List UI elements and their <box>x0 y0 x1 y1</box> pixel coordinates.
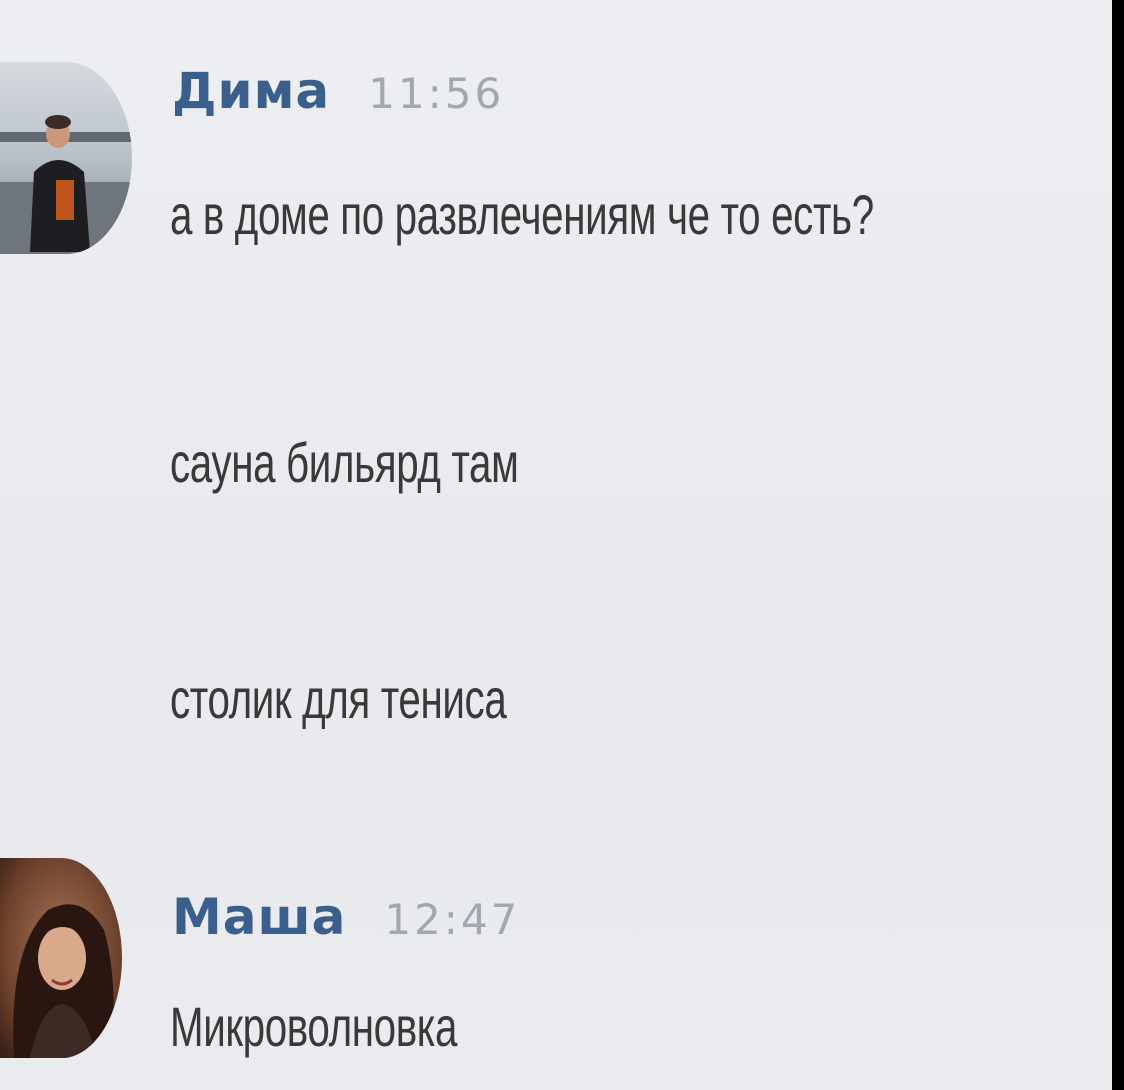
message-text: а в доме по развлечениям че то есть? <box>170 183 874 246</box>
message-text: сауна бильярд там <box>170 431 519 494</box>
chat-history: Дима 11:56 а в доме по развлечениям че т… <box>0 0 1112 1090</box>
author-name[interactable]: Маша <box>172 888 346 946</box>
avatar[interactable] <box>0 62 132 254</box>
message-text: Микроволновка <box>170 995 458 1058</box>
author-name[interactable]: Дима <box>172 62 330 120</box>
message-header: Маша 12:47 <box>172 888 520 946</box>
message-header: Дима 11:56 <box>172 62 504 120</box>
avatar-photo <box>0 858 122 1058</box>
avatar[interactable] <box>0 858 122 1058</box>
message-time: 11:56 <box>368 69 505 118</box>
window-edge <box>1112 0 1124 1090</box>
message-time: 12:47 <box>384 895 521 944</box>
message-text: столик для тениса <box>170 667 507 730</box>
avatar-photo <box>0 62 132 254</box>
